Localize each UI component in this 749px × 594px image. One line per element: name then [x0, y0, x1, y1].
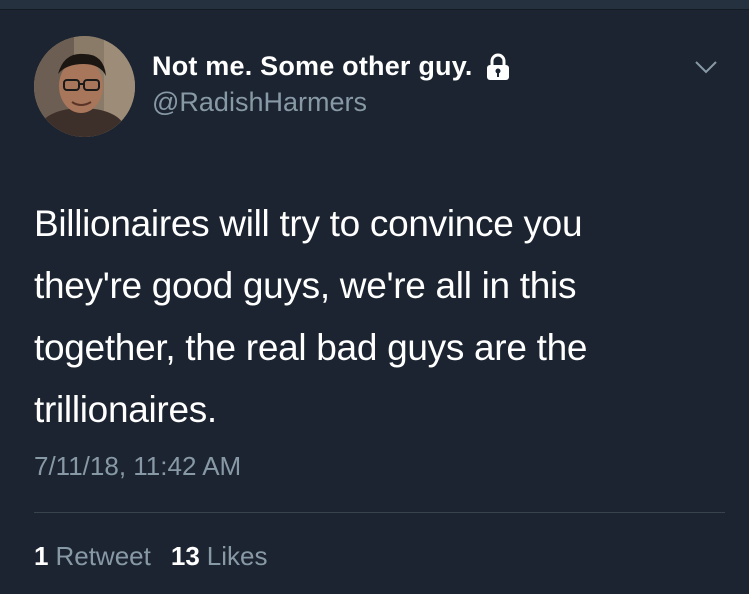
avatar-image	[34, 36, 135, 137]
tweet-stats: 1 Retweet 13 Likes	[34, 541, 267, 572]
tweet-text: Billionaires will try to convince you th…	[34, 203, 588, 430]
display-name[interactable]: Not me. Some other guy.	[152, 51, 473, 82]
chevron-down-icon[interactable]	[694, 59, 718, 75]
stats-divider	[34, 512, 725, 513]
tweet-card: Not me. Some other guy. @RadishHarmers B…	[0, 0, 749, 594]
retweets-count: 1	[34, 541, 49, 571]
likes-count: 13	[170, 541, 200, 571]
display-name-row: Not me. Some other guy.	[152, 51, 511, 82]
retweets-label: Retweet	[55, 541, 151, 571]
likes-label: Likes	[206, 541, 268, 571]
top-divider	[0, 0, 749, 10]
likes-stat[interactable]: 13 Likes	[171, 541, 268, 572]
user-handle[interactable]: @RadishHarmers	[152, 87, 367, 118]
lock-icon	[485, 53, 511, 81]
retweets-stat[interactable]: 1 Retweet	[34, 541, 151, 572]
avatar[interactable]	[34, 36, 135, 137]
tweet-timestamp[interactable]: 7/11/18, 11:42 AM	[34, 451, 241, 482]
